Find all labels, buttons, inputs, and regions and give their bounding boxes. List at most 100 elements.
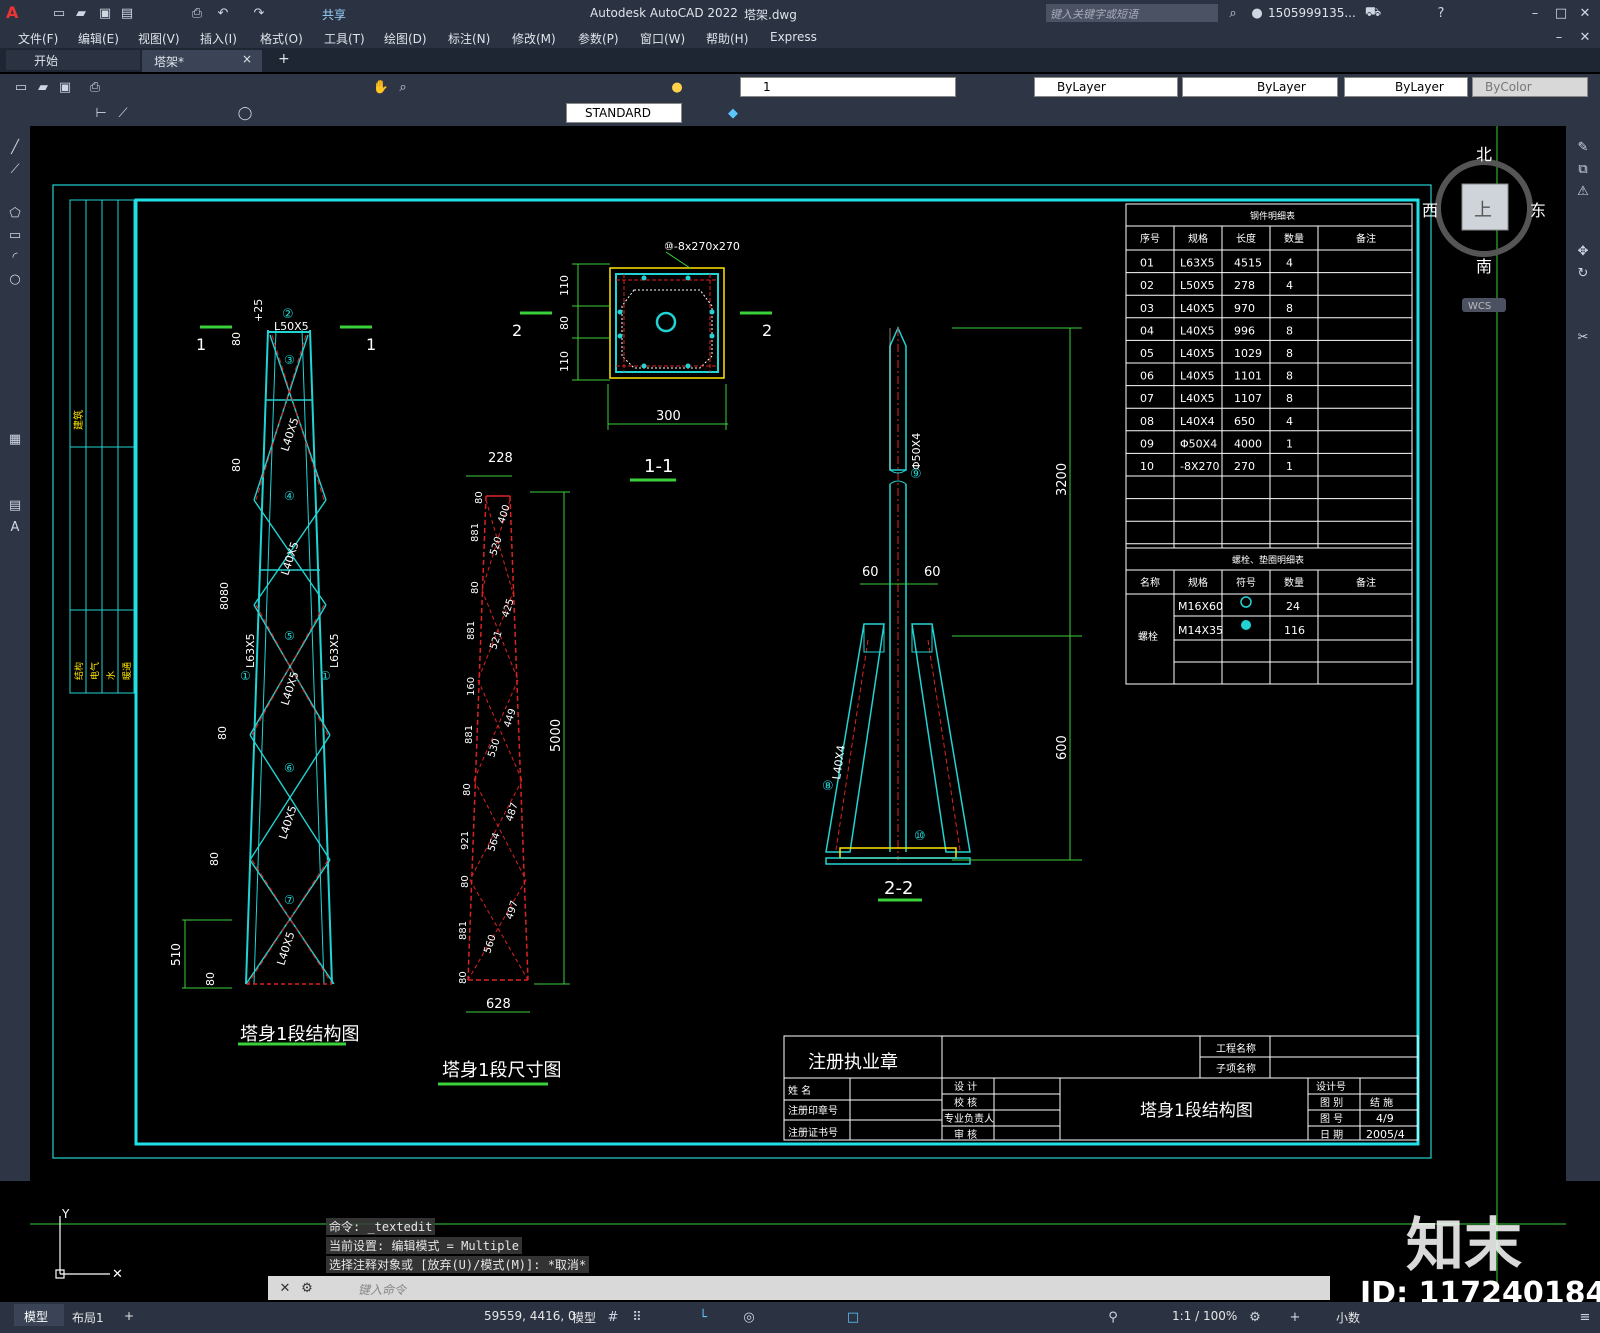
text-icon[interactable]: A [6,518,24,536]
parts-cell: 278 [1234,279,1255,292]
units-readout[interactable]: 小数 [1336,1309,1360,1326]
doc-minimize-icon[interactable]: – [1550,28,1568,46]
scale-readout[interactable]: 1:1 / 100% [1172,1309,1237,1323]
qopen-icon[interactable]: ▰ [34,78,52,96]
viewcube[interactable] [1435,159,1533,312]
sec-11-title: 1-1 [644,456,673,477]
polar-icon[interactable]: ◎ [740,1308,758,1326]
print-icon[interactable]: ⎙ [86,78,104,96]
tab-close-button[interactable]: × [242,52,252,66]
lineweight-dropdown[interactable]: ByLayer [1344,77,1468,97]
minimize-icon[interactable]: – [1526,4,1544,22]
date-value: 2005/4 [1366,1128,1405,1141]
maximize-icon[interactable]: □ [1552,4,1570,22]
annotation-icon[interactable]: ⚲ [1104,1308,1122,1326]
menu-modify[interactable]: 修改(M) [512,30,556,47]
cmd-close-icon[interactable]: ✕ [276,1279,294,1297]
menu-dimension[interactable]: 标注(N) [448,30,490,47]
arc-icon[interactable]: ◜ [6,248,24,266]
dimstyle-dropdown[interactable]: STANDARD [566,103,682,123]
aligned-dim-icon[interactable]: ⟋ [114,104,132,122]
copy-icon[interactable]: ⧉ [1574,160,1592,178]
undo-icon[interactable]: ↶ [214,4,232,22]
close-icon[interactable]: ✕ [1576,4,1594,22]
menu-express[interactable]: Express [770,30,817,44]
drawing-svg[interactable]: 建筑 结构 电气 水 暖通 1 1 +25 ② L50X5 80 ③ L40X5… [30,126,1566,1290]
color-dropdown[interactable]: ByLayer [1034,77,1178,97]
radius-dim-icon[interactable]: ◯ [236,104,254,122]
layer-dropdown[interactable]: 1 [740,77,956,97]
plot-icon[interactable]: ⎙ [188,4,206,22]
cart-icon[interactable]: ⛟ [1364,4,1382,22]
add-layout-button[interactable]: + [124,1309,134,1323]
tab-start[interactable]: 开始 [6,50,140,70]
vc-west[interactable]: 西 [1422,201,1438,220]
cmd-customize-icon[interactable]: ⚙ [298,1279,316,1297]
zoom-icon[interactable]: ⌕ [394,78,412,96]
snap-icon[interactable]: ⠿ [628,1308,646,1326]
open-icon[interactable]: ▰ [72,4,90,22]
new-icon[interactable]: ▭ [50,4,68,22]
grid-icon[interactable]: # [604,1308,622,1326]
circle-icon[interactable]: ○ [6,270,24,288]
add-icon[interactable]: + [1286,1308,1304,1326]
settings-icon[interactable]: ⚙ [1246,1308,1264,1326]
vc-wcs[interactable]: WCS [1468,301,1491,312]
space-toggle[interactable]: 模型 [572,1309,596,1326]
app-menu-button[interactable]: A [6,3,18,22]
menu-tools[interactable]: 工具(T) [324,30,365,47]
hatch-icon[interactable]: ▦ [6,430,24,448]
plotstyle-dropdown[interactable]: ByColor [1472,77,1588,97]
user-name[interactable]: 1505999135... [1268,6,1356,20]
rotate-icon[interactable]: ↻ [1574,264,1592,282]
tab-drawing[interactable]: 塔架* × [142,50,262,72]
polygon-icon[interactable]: ⬠ [6,204,24,222]
menu-view[interactable]: 视图(V) [138,30,180,47]
help-icon[interactable]: ? [1432,4,1450,22]
menu-window[interactable]: 窗口(W) [640,30,685,47]
menu-file[interactable]: 文件(F) [18,30,58,47]
model-tab[interactable]: 模型 [14,1304,64,1326]
menu-format[interactable]: 格式(O) [260,30,303,47]
doc-close-icon[interactable]: ✕ [1576,28,1594,46]
saveas-icon[interactable]: ▤ [118,4,136,22]
erase-icon[interactable]: ✎ [1574,138,1592,156]
save-icon[interactable]: ▣ [96,4,114,22]
linetype-dropdown[interactable]: ByLayer [1182,77,1338,97]
move-icon[interactable]: ✥ [1574,242,1592,260]
search-input[interactable]: 键入关键字或短语 [1046,4,1218,22]
user-icon[interactable]: ● [1248,4,1266,22]
qnew-icon[interactable]: ▭ [12,78,30,96]
osnap-icon[interactable]: □ [844,1308,862,1326]
mirror-icon[interactable]: ⚠ [1574,182,1592,200]
qsave-icon[interactable]: ▣ [56,78,74,96]
vc-top[interactable]: 上 [1474,200,1492,221]
ortho-icon[interactable]: └ [694,1308,712,1326]
linear-dim-icon[interactable]: ⊢ [92,104,110,122]
pan-icon[interactable]: ✋ [372,78,390,96]
layer-bulb-icon[interactable]: ● [668,78,686,96]
polyline-icon[interactable]: ⟋ [6,160,24,178]
menu-parametric[interactable]: 参数(P) [578,30,619,47]
command-input[interactable]: ✕ ⚙ 键入命令 [268,1276,1330,1300]
vc-east[interactable]: 东 [1530,201,1546,220]
layout-tab[interactable]: 布局1 [72,1309,104,1326]
search-icon[interactable]: ⌕ [1224,4,1242,22]
menu-insert[interactable]: 插入(I) [200,30,237,47]
line-icon[interactable]: ╱ [6,138,24,156]
new-tab-button[interactable]: + [278,51,290,67]
menu-edit[interactable]: 编辑(E) [78,30,119,47]
redo-icon[interactable]: ↷ [250,4,268,22]
menu-draw[interactable]: 绘图(D) [384,30,427,47]
rectangle-icon[interactable]: ▭ [6,226,24,244]
modify-icon[interactable]: ◆ [724,104,742,122]
drawing-canvas[interactable]: 建筑 结构 电气 水 暖通 1 1 +25 ② L50X5 80 ③ L40X5… [30,126,1600,1311]
table-icon[interactable]: ▤ [6,496,24,514]
vc-south[interactable]: 南 [1476,257,1492,276]
parts-cell: 1 [1286,437,1293,450]
vc-north[interactable]: 北 [1476,145,1492,164]
menu-help[interactable]: 帮助(H) [706,30,748,47]
share-button[interactable]: 共享 [322,6,346,23]
trim-icon[interactable]: ✂ [1574,328,1592,346]
customize-icon[interactable]: ≡ [1576,1308,1594,1326]
